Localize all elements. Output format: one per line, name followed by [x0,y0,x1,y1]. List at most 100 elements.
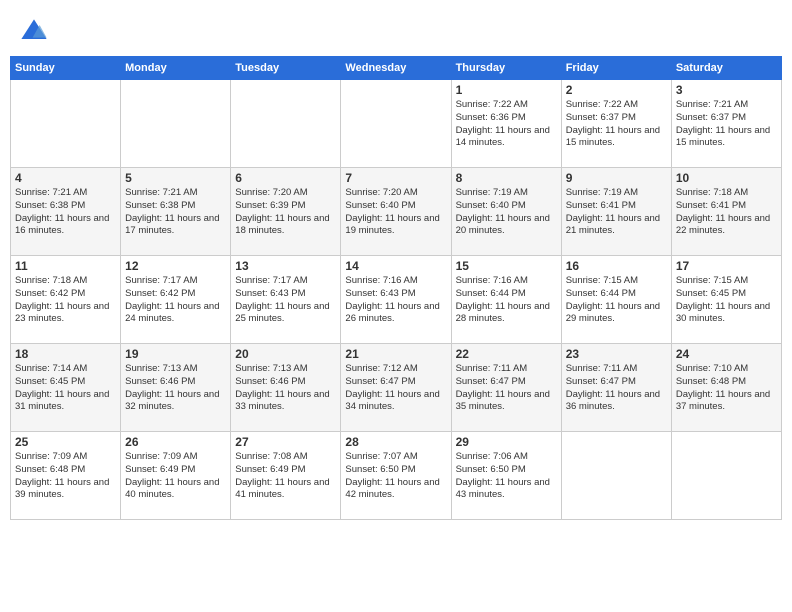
day-number: 16 [566,259,667,273]
weekday-header: Friday [561,57,671,80]
day-number: 29 [456,435,557,449]
weekday-row: SundayMondayTuesdayWednesdayThursdayFrid… [11,57,782,80]
weekday-header: Wednesday [341,57,451,80]
day-info: Sunrise: 7:16 AM Sunset: 6:43 PM Dayligh… [345,275,446,326]
day-info: Sunrise: 7:22 AM Sunset: 6:36 PM Dayligh… [456,99,557,150]
day-info: Sunrise: 7:10 AM Sunset: 6:48 PM Dayligh… [676,363,777,414]
day-number: 6 [235,171,336,185]
day-number: 1 [456,83,557,97]
calendar-cell: 15 Sunrise: 7:16 AM Sunset: 6:44 PM Dayli… [451,256,561,344]
calendar-cell: 24 Sunrise: 7:10 AM Sunset: 6:48 PM Dayli… [671,344,781,432]
calendar-cell: 8Sunrise: 7:19 AM Sunset: 6:40 PM Daylig… [451,168,561,256]
calendar-cell: 3 Sunrise: 7:21 AM Sunset: 6:37 PM Daylig… [671,80,781,168]
calendar-cell: 19 Sunrise: 7:13 AM Sunset: 6:46 PM Dayli… [121,344,231,432]
day-info: Sunrise: 7:13 AM Sunset: 6:46 PM Dayligh… [125,363,226,414]
day-number: 23 [566,347,667,361]
calendar-cell [671,432,781,520]
calendar-cell: 11Sunrise: 7:18 AM Sunset: 6:42 PM Dayli… [11,256,121,344]
logo [20,18,52,46]
day-number: 12 [125,259,226,273]
calendar-cell [561,432,671,520]
calendar-cell: 5Sunrise: 7:21 AM Sunset: 6:38 PM Daylig… [121,168,231,256]
day-number: 20 [235,347,336,361]
calendar-cell: 17Sunrise: 7:15 AM Sunset: 6:45 PM Dayli… [671,256,781,344]
day-info: Sunrise: 7:20 AM Sunset: 6:39 PM Dayligh… [235,187,336,238]
calendar-cell: 25 Sunrise: 7:09 AM Sunset: 6:48 PM Dayli… [11,432,121,520]
day-number: 10 [676,171,777,185]
calendar-week: 11Sunrise: 7:18 AM Sunset: 6:42 PM Dayli… [11,256,782,344]
calendar-week: 25 Sunrise: 7:09 AM Sunset: 6:48 PM Dayli… [11,432,782,520]
weekday-header: Saturday [671,57,781,80]
calendar-cell: 26Sunrise: 7:09 AM Sunset: 6:49 PM Dayli… [121,432,231,520]
calendar-cell: 4 Sunrise: 7:21 AM Sunset: 6:38 PM Daylig… [11,168,121,256]
day-number: 15 [456,259,557,273]
calendar-cell: 20 Sunrise: 7:13 AM Sunset: 6:46 PM Dayli… [231,344,341,432]
calendar-cell [121,80,231,168]
day-number: 17 [676,259,777,273]
calendar-cell [341,80,451,168]
calendar-cell: 1 Sunrise: 7:22 AM Sunset: 6:36 PM Daylig… [451,80,561,168]
day-info: Sunrise: 7:18 AM Sunset: 6:41 PM Dayligh… [676,187,777,238]
day-info: Sunrise: 7:17 AM Sunset: 6:43 PM Dayligh… [235,275,336,326]
day-number: 4 [15,171,116,185]
day-info: Sunrise: 7:12 AM Sunset: 6:47 PM Dayligh… [345,363,446,414]
day-info: Sunrise: 7:11 AM Sunset: 6:47 PM Dayligh… [456,363,557,414]
day-number: 24 [676,347,777,361]
day-number: 14 [345,259,446,273]
day-info: Sunrise: 7:15 AM Sunset: 6:44 PM Dayligh… [566,275,667,326]
day-number: 21 [345,347,446,361]
weekday-header: Monday [121,57,231,80]
day-info: Sunrise: 7:09 AM Sunset: 6:49 PM Dayligh… [125,451,226,502]
day-info: Sunrise: 7:19 AM Sunset: 6:40 PM Dayligh… [456,187,557,238]
calendar-cell: 13 Sunrise: 7:17 AM Sunset: 6:43 PM Dayli… [231,256,341,344]
day-info: Sunrise: 7:08 AM Sunset: 6:49 PM Dayligh… [235,451,336,502]
day-number: 3 [676,83,777,97]
calendar-cell: 14 Sunrise: 7:16 AM Sunset: 6:43 PM Dayli… [341,256,451,344]
calendar-cell: 12 Sunrise: 7:17 AM Sunset: 6:42 PM Dayli… [121,256,231,344]
day-info: Sunrise: 7:07 AM Sunset: 6:50 PM Dayligh… [345,451,446,502]
calendar-cell: 18 Sunrise: 7:14 AM Sunset: 6:45 PM Dayli… [11,344,121,432]
day-info: Sunrise: 7:14 AM Sunset: 6:45 PM Dayligh… [15,363,116,414]
day-number: 22 [456,347,557,361]
day-info: Sunrise: 7:21 AM Sunset: 6:37 PM Dayligh… [676,99,777,150]
day-number: 11 [15,259,116,273]
calendar-cell [11,80,121,168]
calendar-header: SundayMondayTuesdayWednesdayThursdayFrid… [11,57,782,80]
calendar-cell: 29 Sunrise: 7:06 AM Sunset: 6:50 PM Dayli… [451,432,561,520]
day-info: Sunrise: 7:20 AM Sunset: 6:40 PM Dayligh… [345,187,446,238]
logo-icon [20,18,48,46]
calendar-cell: 21 Sunrise: 7:12 AM Sunset: 6:47 PM Dayli… [341,344,451,432]
day-number: 13 [235,259,336,273]
day-info: Sunrise: 7:17 AM Sunset: 6:42 PM Dayligh… [125,275,226,326]
calendar-week: 18 Sunrise: 7:14 AM Sunset: 6:45 PM Dayli… [11,344,782,432]
calendar-cell: 2Sunrise: 7:22 AM Sunset: 6:37 PM Daylig… [561,80,671,168]
day-info: Sunrise: 7:09 AM Sunset: 6:48 PM Dayligh… [15,451,116,502]
calendar-cell [231,80,341,168]
day-info: Sunrise: 7:21 AM Sunset: 6:38 PM Dayligh… [15,187,116,238]
day-info: Sunrise: 7:13 AM Sunset: 6:46 PM Dayligh… [235,363,336,414]
day-number: 5 [125,171,226,185]
day-number: 7 [345,171,446,185]
day-number: 19 [125,347,226,361]
calendar-cell: 7 Sunrise: 7:20 AM Sunset: 6:40 PM Daylig… [341,168,451,256]
calendar-week: 1 Sunrise: 7:22 AM Sunset: 6:36 PM Daylig… [11,80,782,168]
day-number: 18 [15,347,116,361]
calendar-cell: 10 Sunrise: 7:18 AM Sunset: 6:41 PM Dayli… [671,168,781,256]
weekday-header: Tuesday [231,57,341,80]
calendar-cell: 22 Sunrise: 7:11 AM Sunset: 6:47 PM Dayli… [451,344,561,432]
day-info: Sunrise: 7:11 AM Sunset: 6:47 PM Dayligh… [566,363,667,414]
day-number: 25 [15,435,116,449]
calendar-cell: 27Sunrise: 7:08 AM Sunset: 6:49 PM Dayli… [231,432,341,520]
day-number: 9 [566,171,667,185]
day-info: Sunrise: 7:16 AM Sunset: 6:44 PM Dayligh… [456,275,557,326]
calendar-week: 4 Sunrise: 7:21 AM Sunset: 6:38 PM Daylig… [11,168,782,256]
header [10,10,782,50]
day-info: Sunrise: 7:22 AM Sunset: 6:37 PM Dayligh… [566,99,667,150]
day-info: Sunrise: 7:06 AM Sunset: 6:50 PM Dayligh… [456,451,557,502]
weekday-header: Sunday [11,57,121,80]
calendar-cell: 6 Sunrise: 7:20 AM Sunset: 6:39 PM Daylig… [231,168,341,256]
day-number: 28 [345,435,446,449]
calendar-body: 1 Sunrise: 7:22 AM Sunset: 6:36 PM Daylig… [11,80,782,520]
day-info: Sunrise: 7:19 AM Sunset: 6:41 PM Dayligh… [566,187,667,238]
calendar-cell: 23 Sunrise: 7:11 AM Sunset: 6:47 PM Dayli… [561,344,671,432]
